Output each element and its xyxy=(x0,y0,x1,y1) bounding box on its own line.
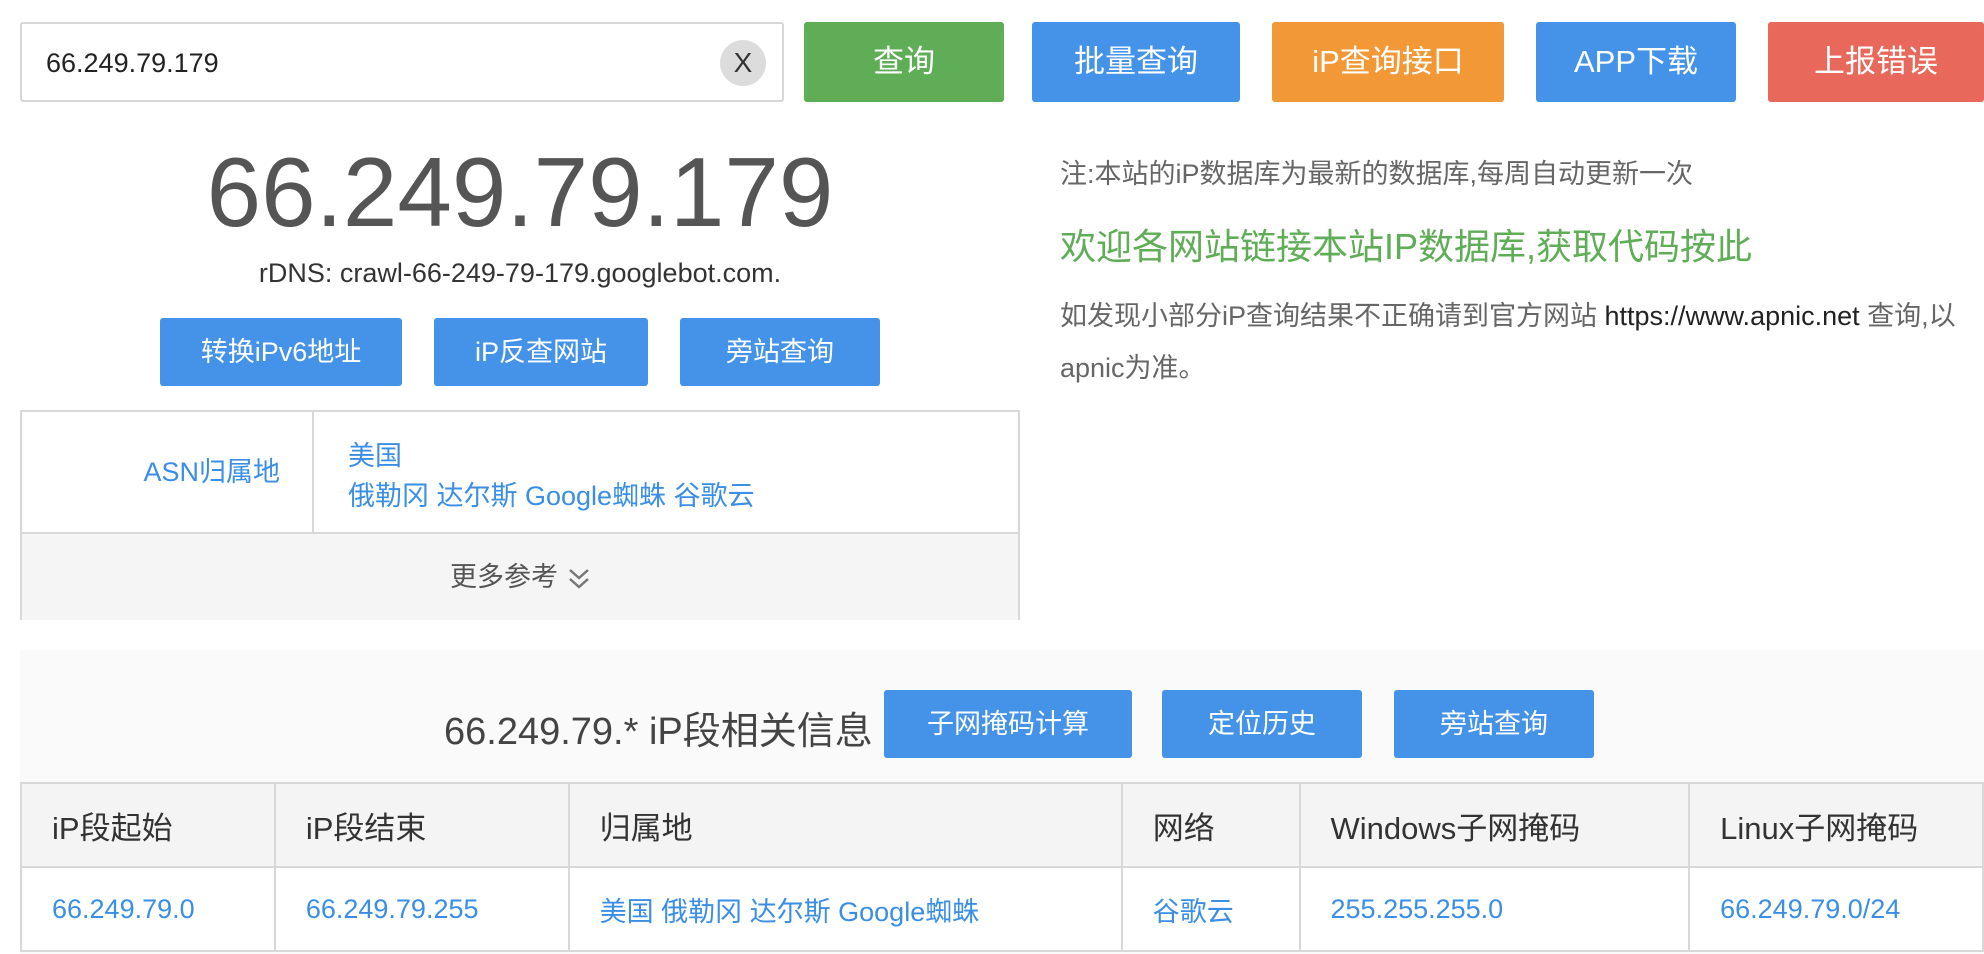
table-cell-link[interactable]: 美国 俄勒冈 达尔斯 Google蜘蛛 xyxy=(567,866,1123,952)
asn-location-link[interactable]: 俄勒冈 达尔斯 Google蜘蛛 谷歌云 xyxy=(348,476,755,516)
location-history-button[interactable]: 定位历史 xyxy=(1162,690,1362,758)
app-download-button[interactable]: APP下载 xyxy=(1536,22,1736,102)
asn-value: 美国 俄勒冈 达尔斯 Google蜘蛛 谷歌云 xyxy=(348,436,755,516)
table-cell-link[interactable]: 66.249.79.255 xyxy=(273,866,570,952)
double-chevron-down-icon xyxy=(569,568,589,589)
convert-ipv6-button[interactable]: 转换iPv6地址 xyxy=(160,318,402,386)
asn-country-link[interactable]: 美国 xyxy=(348,436,755,476)
ip-api-button[interactable]: iP查询接口 xyxy=(1272,22,1504,102)
side-site-query-button[interactable]: 旁站查询 xyxy=(680,318,880,386)
col-header: iP段起始 xyxy=(20,782,276,868)
col-header: iP段结束 xyxy=(273,782,570,868)
more-reference-toggle[interactable]: 更多参考 xyxy=(22,532,1018,620)
col-header: 归属地 xyxy=(567,782,1123,868)
reverse-ip-button[interactable]: iP反查网站 xyxy=(434,318,648,386)
close-icon: X xyxy=(733,47,753,78)
report-error-button[interactable]: 上报错误 xyxy=(1768,22,1984,102)
query-button[interactable]: 查询 xyxy=(804,22,1004,102)
apnic-url[interactable]: https://www.apnic.net xyxy=(1605,301,1860,331)
col-header: 网络 xyxy=(1120,782,1301,868)
ip-address-display: 66.249.79.179 xyxy=(206,137,834,247)
table-cell-link[interactable]: 66.249.79.0 xyxy=(20,866,276,952)
asn-label[interactable]: ASN归属地 xyxy=(22,412,314,532)
table-row: 66.249.79.0 66.249.79.255 美国 俄勒冈 达尔斯 Goo… xyxy=(20,866,1984,952)
link-database-promo[interactable]: 欢迎各网站链接本站IP数据库,获取代码按此 xyxy=(1060,218,1752,270)
more-reference-label: 更多参考 xyxy=(450,562,558,592)
apnic-note: 如发现小部分iP查询结果不正确请到官方网站 https://www.apnic.… xyxy=(1060,290,1984,394)
table-cell-link[interactable]: 255.255.255.0 xyxy=(1298,866,1691,952)
search-box: X xyxy=(20,22,784,102)
table-header-row: iP段起始 iP段结束 归属地 网络 Windows子网掩码 Linux子网掩码 xyxy=(20,782,1984,868)
asn-table: ASN归属地 美国 俄勒冈 达尔斯 Google蜘蛛 谷歌云 更多参考 xyxy=(20,410,1020,620)
col-header: Windows子网掩码 xyxy=(1298,782,1691,868)
ip-search-input[interactable] xyxy=(44,38,728,88)
batch-query-button[interactable]: 批量查询 xyxy=(1032,22,1240,102)
rdns-text: rDNS: crawl-66-249-79-179.googlebot.com. xyxy=(258,258,782,288)
apnic-note-text: 如发现小部分iP查询结果不正确请到官方网站 xyxy=(1060,301,1605,331)
apnic-note-suffix: 查询,以 xyxy=(1859,301,1956,331)
table-cell-link[interactable]: 66.249.79.0/24 xyxy=(1688,866,1984,952)
ip-segment-table: iP段起始 iP段结束 归属地 网络 Windows子网掩码 Linux子网掩码… xyxy=(20,782,1984,952)
apnic-note-line2: apnic为准。 xyxy=(1060,353,1206,383)
subnet-mask-calc-button[interactable]: 子网掩码计算 xyxy=(884,690,1132,758)
database-update-note: 注:本站的iP数据库为最新的数据库,每周自动更新一次 xyxy=(1060,159,1694,189)
col-header: Linux子网掩码 xyxy=(1688,782,1984,868)
clear-input-button[interactable]: X xyxy=(720,40,766,86)
segment-title: 66.249.79.* iP段相关信息 xyxy=(444,711,873,753)
segment-side-query-button[interactable]: 旁站查询 xyxy=(1394,690,1594,758)
table-cell-link[interactable]: 谷歌云 xyxy=(1120,866,1301,952)
